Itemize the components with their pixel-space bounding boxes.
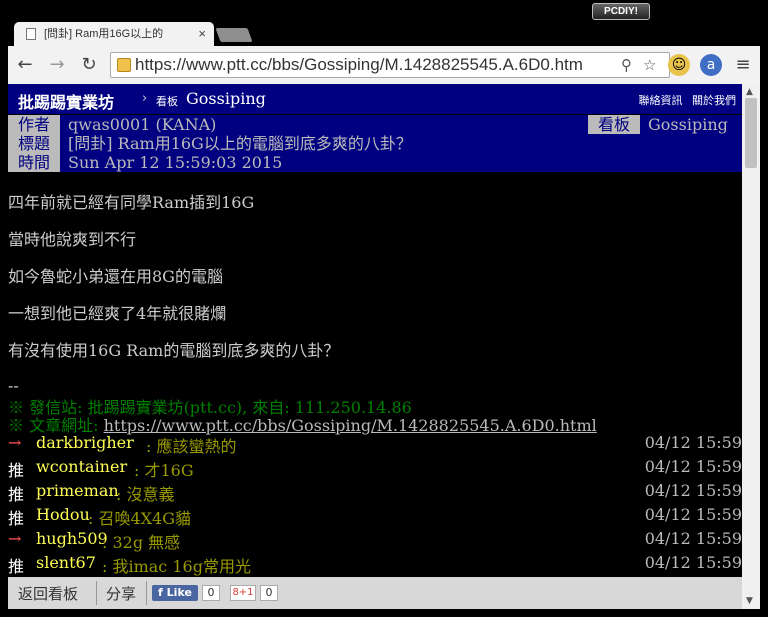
body-line: 一想到他已經爽了4年就很賭爛 <box>8 304 227 323</box>
url-text: https://www.ptt.cc/bbs/Gossiping/M.14288… <box>135 55 583 74</box>
bottom-bar: 返回看板 分享 f Like 0 8+1 0 <box>8 577 742 609</box>
new-tab-button[interactable] <box>215 28 253 42</box>
signature-separator: -- <box>8 376 19 395</box>
facebook-like-button[interactable]: f Like <box>152 585 198 601</box>
board-label: 看板 <box>156 95 178 108</box>
push-time: 04/12 15:59 <box>644 553 742 572</box>
body-line: 四年前就已經有同學Ram插到16G <box>8 193 255 212</box>
google-plus-count: 0 <box>260 585 278 601</box>
share-label: 分享 <box>106 585 137 603</box>
push-user: slent67 <box>36 553 96 572</box>
push-row: → darkbrigher : 應該蠻熱的 04/12 15:59 <box>8 433 742 457</box>
push-row: 推 wcontainer : 才16G 04/12 15:59 <box>8 457 742 481</box>
push-tag-arrow: → <box>8 433 22 452</box>
push-tag: 推 <box>8 461 25 480</box>
reload-icon[interactable]: ↻ <box>78 54 100 76</box>
tab-close-icon[interactable]: × <box>198 22 206 46</box>
push-tag-arrow: → <box>8 529 22 548</box>
push-user: darkbrigher <box>36 433 134 452</box>
facebook-like-count: 0 <box>202 585 220 601</box>
push-time: 04/12 15:59 <box>644 481 742 500</box>
meta-author-row: 作者 qwas0001 (KANA) 看板 Gossiping <box>8 115 742 134</box>
board-tag: 看板 <box>588 115 640 134</box>
address-bar[interactable]: https://www.ptt.cc/bbs/Gossiping/M.14288… <box>110 52 670 78</box>
body-line: 有沒有使用16G Ram的電腦到底多爽的八卦？ <box>8 341 340 360</box>
bookmark-star-icon[interactable]: ☆ <box>643 56 656 74</box>
push-time: 04/12 15:59 <box>644 457 742 476</box>
author-tag: 作者 <box>8 115 60 134</box>
back-arrow-icon[interactable]: ← <box>14 54 36 76</box>
scroll-down-icon[interactable]: ▼ <box>746 596 753 606</box>
time-value: Sun Apr 12 15:59:03 2015 <box>68 153 283 172</box>
push-user: hugh509 <box>36 529 108 548</box>
forward-arrow-icon[interactable]: → <box>46 54 68 76</box>
contact-link[interactable]: 聯絡資訊 <box>639 94 683 107</box>
push-user: Hodou <box>36 505 90 524</box>
site-header: 批踢踢實業坊 › 看板 Gossiping 聯絡資訊 關於我們 <box>8 84 742 114</box>
window-frame-bottom <box>0 609 768 617</box>
site-logo-link[interactable]: 批踢踢實業坊 <box>18 89 114 113</box>
back-to-board-button[interactable]: 返回看板 <box>18 583 78 604</box>
push-content: : 32g 無感 <box>102 533 181 552</box>
push-user: primeman <box>36 481 119 500</box>
push-tag: 推 <box>8 557 25 576</box>
push-row: → hugh509 : 32g 無感 04/12 15:59 <box>8 529 742 553</box>
push-user: wcontainer <box>36 457 128 476</box>
vertical-scrollbar[interactable]: ▲ ▼ <box>742 84 760 609</box>
menu-icon[interactable]: ≡ <box>732 54 754 76</box>
push-content: : 沒意義 <box>116 485 175 504</box>
push-content: : 我imac 16g常用光 <box>102 557 251 576</box>
search-icon[interactable]: ⚲ <box>621 56 632 74</box>
browser-tab-active[interactable]: [問卦] Ram用16G以上的 × <box>14 22 214 46</box>
extension-face-icon[interactable]: ☺ <box>668 54 690 76</box>
google-plus-button[interactable]: 8+1 <box>230 585 256 601</box>
push-content: : 應該蠻熱的 <box>146 437 237 456</box>
push-row: 推 slent67 : 我imac 16g常用光 04/12 15:59 <box>8 553 742 577</box>
facebook-like-label: Like <box>166 586 192 599</box>
extension-user-icon[interactable]: a <box>700 54 722 76</box>
push-row: 推 Hodou : 召喚4X4G貓 04/12 15:59 <box>8 505 742 529</box>
body-line: 當時他說爽到不行 <box>8 230 137 249</box>
push-time: 04/12 15:59 <box>644 529 742 548</box>
push-row: 推 primeman : 沒意義 04/12 15:59 <box>8 481 742 505</box>
meta-title-row: 標題 [問卦] Ram用16G以上的電腦到底多爽的八卦？ <box>8 134 742 153</box>
push-content: : 召喚4X4G貓 <box>88 509 192 528</box>
ptt-article-page: 批踢踢實業坊 › 看板 Gossiping 聯絡資訊 關於我們 作者 qwas0… <box>8 84 742 609</box>
pcdiy-watermark: PCDIY! <box>592 3 650 20</box>
author-value: qwas0001 (KANA) <box>68 115 217 134</box>
divider <box>96 581 97 605</box>
tab-title: [問卦] Ram用16G以上的 <box>44 28 164 40</box>
document-icon <box>26 28 36 40</box>
title-value: [問卦] Ram用16G以上的電腦到底多爽的八卦？ <box>68 134 412 153</box>
browser-toolbar: ← → ↻ https://www.ptt.cc/bbs/Gossiping/M… <box>8 46 760 84</box>
push-tag: 推 <box>8 485 25 504</box>
push-tag: 推 <box>8 509 25 528</box>
scrollbar-thumb[interactable] <box>745 98 757 168</box>
title-tag: 標題 <box>8 134 60 153</box>
push-time: 04/12 15:59 <box>644 505 742 524</box>
push-content: : 才16G <box>134 461 194 480</box>
lock-icon <box>117 58 131 72</box>
board-value: Gossiping <box>648 115 728 134</box>
window-frame-right <box>760 46 768 617</box>
body-line: 如今魯蛇小弟還在用8G的電腦 <box>8 267 223 286</box>
breadcrumb-separator: › <box>142 91 148 106</box>
scroll-up-icon[interactable]: ▲ <box>746 87 753 97</box>
board-link[interactable]: Gossiping <box>186 89 266 108</box>
about-link[interactable]: 關於我們 <box>692 94 736 107</box>
divider <box>146 581 147 605</box>
push-time: 04/12 15:59 <box>644 433 742 452</box>
meta-time-row: 時間 Sun Apr 12 15:59:03 2015 <box>8 153 742 172</box>
time-tag: 時間 <box>8 153 60 172</box>
header-links: 聯絡資訊 關於我們 <box>633 92 737 108</box>
